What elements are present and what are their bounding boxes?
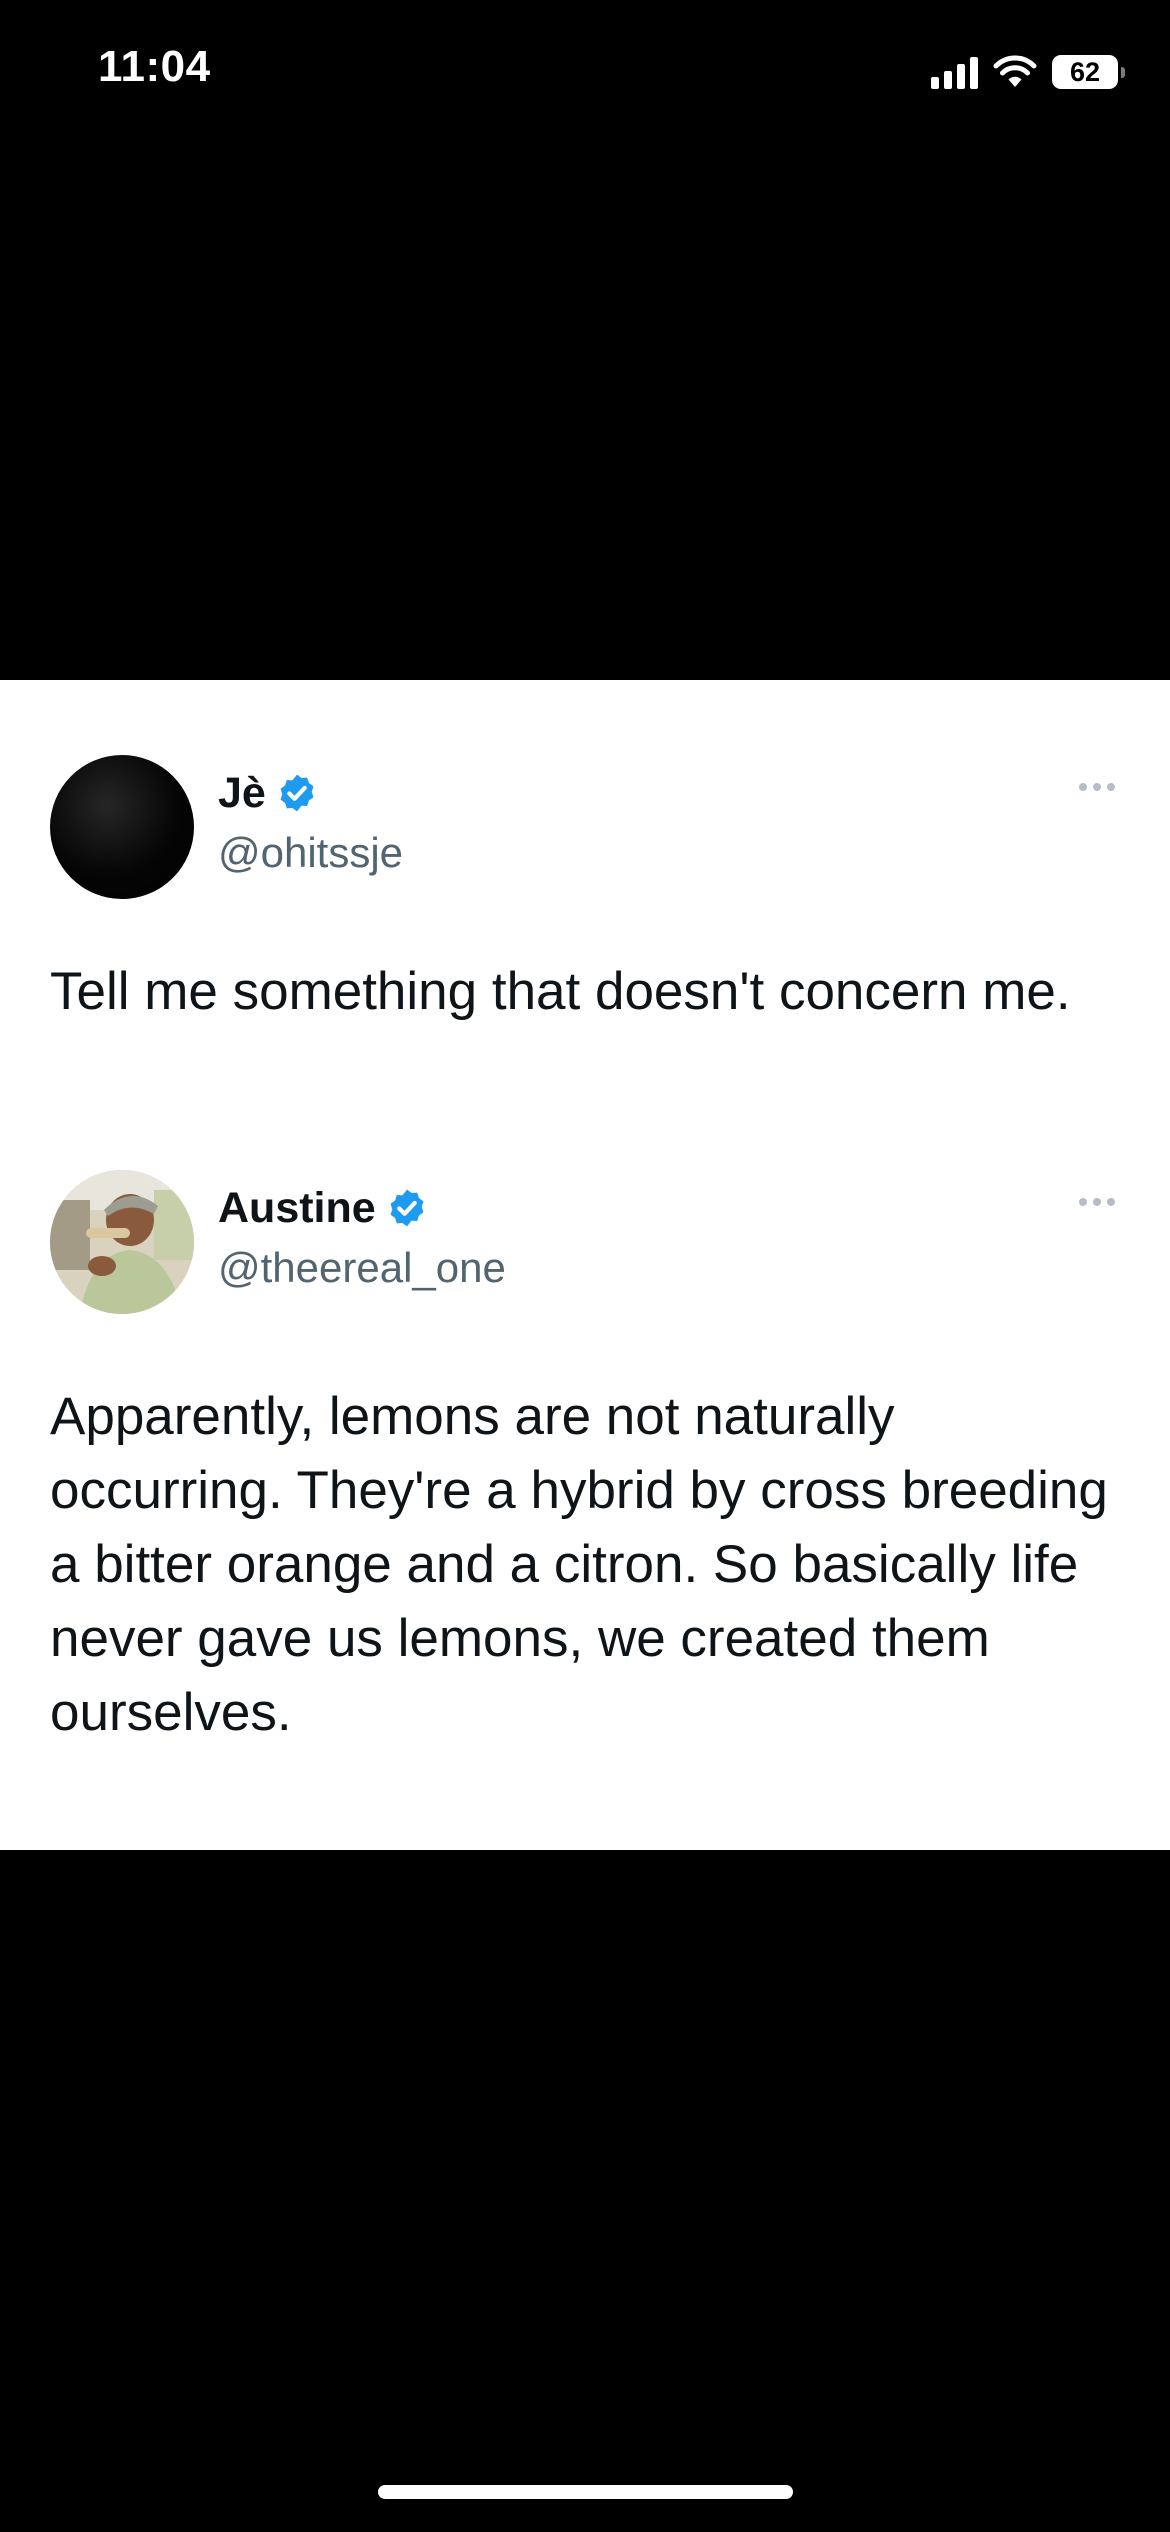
status-time: 11:04 [98,42,211,91]
avatar[interactable] [50,755,194,899]
home-indicator[interactable] [378,2485,793,2499]
display-name[interactable]: Jè [218,769,266,818]
author-block: Jè @ohitssje [218,765,403,877]
tweet-text: Tell me something that doesn't concern m… [50,962,1071,1021]
battery-level: 62 [1069,56,1101,87]
tweet-text: Apparently, lemons are not naturally occ… [50,1387,1108,1742]
avatar[interactable] [50,1170,194,1314]
avatar-photo-icon [50,1170,194,1314]
more-options-icon[interactable] [1079,783,1115,791]
verified-badge-icon [280,774,314,812]
author-block: Austine @theereal_one [218,1180,506,1292]
more-options-icon[interactable] [1079,1198,1115,1206]
verified-badge-icon [390,1189,424,1227]
status-bar: 11:04 62 [0,0,1170,150]
wifi-icon [993,55,1037,87]
handle[interactable]: @theereal_one [218,1244,506,1292]
name-row: Austine [218,1180,506,1236]
status-icons: 62 [931,52,1125,92]
tweet-card: Jè @ohitssje Tell me something that does… [0,680,1170,1850]
signal-icon [931,55,978,89]
name-row: Jè [218,765,403,821]
handle[interactable]: @ohitssje [218,829,403,877]
battery-icon: 62 [1052,55,1125,89]
display-name[interactable]: Austine [218,1184,376,1233]
